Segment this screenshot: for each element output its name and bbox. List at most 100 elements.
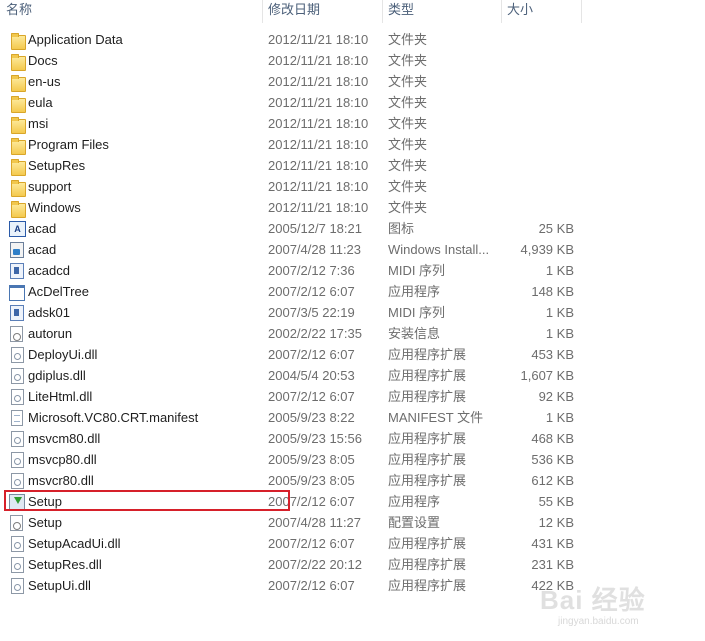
folder-icon — [8, 95, 26, 113]
folder-icon — [8, 200, 26, 218]
file-row[interactable]: Application Data 2012/11/21 18:10 文件夹 — [0, 29, 600, 50]
column-separator[interactable] — [581, 0, 582, 23]
midi-icon — [8, 263, 24, 279]
file-date: 2012/11/21 18:10 — [268, 200, 369, 215]
file-type: 应用程序 — [388, 284, 441, 299]
file-row[interactable]: SetupAcadUi.dll 2007/2/12 6:07 应用程序扩展 431 K… — [0, 533, 600, 554]
file-date: 2012/11/21 18:10 — [268, 179, 369, 194]
file-row[interactable]: Windows 2012/11/21 18:10 文件夹 — [0, 197, 600, 218]
file-row[interactable]: acad 2007/4/28 11:23 Windows Install... 4,9… — [0, 239, 600, 260]
file-name: DeployUi.dll — [28, 347, 98, 362]
file-name: SetupRes — [28, 158, 86, 173]
file-row[interactable]: msvcr80.dll 2005/9/23 8:05 应用程序扩展 612 KB — [0, 470, 600, 491]
file-date: 2012/11/21 18:10 — [268, 137, 369, 152]
file-type: 配置设置 — [388, 515, 441, 530]
file-row[interactable]: LiteHtml.dll 2007/2/12 6:07 应用程序扩展 92 KB — [0, 386, 600, 407]
installer-icon — [8, 242, 24, 258]
file-type: 应用程序扩展 — [388, 452, 467, 467]
file-size: 1,607 KB — [520, 368, 575, 383]
file-size — [500, 50, 574, 71]
config-icon — [8, 515, 24, 531]
file-size — [500, 113, 574, 134]
file-type: 文件夹 — [388, 74, 428, 89]
file-row[interactable]: SetupUi.dll 2007/2/12 6:07 应用程序扩展 422 KB — [0, 575, 600, 596]
file-size — [500, 197, 574, 218]
file-name: Microsoft.VC80.CRT.manifest — [28, 410, 199, 425]
file-size: 431 KB — [531, 536, 574, 551]
file-name: acad — [28, 242, 57, 257]
file-name: Windows — [28, 200, 81, 215]
file-row[interactable]: gdiplus.dll 2004/5/4 20:53 应用程序扩展 1,607 KB — [0, 365, 600, 386]
file-name: eula — [28, 95, 53, 110]
file-name: Docs — [28, 53, 58, 68]
file-row[interactable]: Aacad 2005/12/7 18:21 图标 25 KB — [0, 218, 600, 239]
dll-icon — [8, 389, 24, 405]
folder-icon — [8, 137, 26, 155]
file-date: 2007/2/12 6:07 — [268, 578, 355, 593]
file-size: 453 KB — [531, 347, 574, 362]
file-row[interactable]: acadcd 2007/2/12 7:36 MIDI 序列 1 KB — [0, 260, 600, 281]
folder-icon — [8, 74, 26, 92]
file-date: 2007/2/22 20:12 — [268, 557, 362, 572]
setup-info-icon — [8, 326, 24, 342]
file-date: 2004/5/4 20:53 — [268, 368, 355, 383]
file-type: Windows Install... — [388, 242, 490, 257]
file-size: 612 KB — [531, 473, 574, 488]
dll-icon — [8, 536, 24, 552]
file-type: 文件夹 — [388, 158, 428, 173]
file-type: 应用程序扩展 — [388, 536, 467, 551]
file-name: Setup — [28, 515, 62, 530]
file-size: 422 KB — [531, 578, 574, 593]
file-row[interactable]: msvcp80.dll 2005/9/23 8:05 应用程序扩展 536 KB — [0, 449, 600, 470]
watermark-url: jingyan.baidu.com — [558, 616, 639, 627]
column-header-name[interactable]: 名称 — [0, 0, 262, 23]
file-row[interactable]: AcDelTree 2007/2/12 6:07 应用程序 148 KB — [0, 281, 600, 302]
file-type: 文件夹 — [388, 53, 428, 68]
column-header-size[interactable]: 大小 — [501, 0, 581, 23]
file-row[interactable]: Setup 2007/4/28 11:27 配置设置 12 KB — [0, 512, 600, 533]
file-name: autorun — [28, 326, 73, 341]
file-row[interactable]: autorun 2002/2/22 17:35 安装信息 1 KB — [0, 323, 600, 344]
column-header-type[interactable]: 类型 — [382, 0, 502, 23]
file-size: 12 KB — [538, 515, 574, 530]
file-row[interactable]: msi 2012/11/21 18:10 文件夹 — [0, 113, 600, 134]
file-name: adsk01 — [28, 305, 70, 320]
file-type: 文件夹 — [388, 200, 428, 215]
file-row[interactable]: support 2012/11/21 18:10 文件夹 — [0, 176, 600, 197]
file-row[interactable]: DeployUi.dll 2007/2/12 6:07 应用程序扩展 453 KB — [0, 344, 600, 365]
highlight-box — [4, 490, 290, 511]
file-date: 2007/4/28 11:23 — [268, 242, 362, 257]
file-date: 2005/9/23 8:05 — [268, 473, 355, 488]
dll-icon — [8, 452, 24, 468]
column-header-date[interactable]: 修改日期 — [262, 0, 382, 23]
file-size: 468 KB — [531, 431, 574, 446]
file-row[interactable]: adsk01 2007/3/5 22:19 MIDI 序列 1 KB — [0, 302, 600, 323]
file-type: 文件夹 — [388, 116, 428, 131]
file-row[interactable]: Program Files 2012/11/21 18:10 文件夹 — [0, 134, 600, 155]
folder-icon — [8, 179, 26, 197]
file-row[interactable]: SetupRes 2012/11/21 18:10 文件夹 — [0, 155, 600, 176]
file-row[interactable]: en-us 2012/11/21 18:10 文件夹 — [0, 71, 600, 92]
file-date: 2007/2/12 6:07 — [268, 389, 355, 404]
file-row[interactable]: Docs 2012/11/21 18:10 文件夹 — [0, 50, 600, 71]
file-size — [500, 134, 574, 155]
file-name: acadcd — [28, 263, 70, 278]
folder-icon — [8, 158, 26, 176]
file-size: 1 KB — [545, 326, 574, 341]
file-date: 2002/2/22 17:35 — [268, 326, 362, 341]
file-row[interactable]: Microsoft.VC80.CRT.manifest 2005/9/23 8:2… — [0, 407, 600, 428]
file-row[interactable]: eula 2012/11/21 18:10 文件夹 — [0, 92, 600, 113]
acad-icon: A — [8, 221, 26, 237]
file-type: 文件夹 — [388, 137, 428, 152]
dll-icon — [8, 347, 24, 363]
file-type: 图标 — [388, 221, 415, 236]
file-date: 2012/11/21 18:10 — [268, 95, 369, 110]
file-name: Program Files — [28, 137, 109, 152]
file-row[interactable]: msvcm80.dll 2005/9/23 15:56 应用程序扩展 468 KB — [0, 428, 600, 449]
file-size: 1 KB — [545, 305, 574, 320]
file-type: MANIFEST 文件 — [388, 410, 484, 425]
file-date: 2012/11/21 18:10 — [268, 116, 369, 131]
file-date: 2007/2/12 6:07 — [268, 284, 355, 299]
file-row[interactable]: SetupRes.dll 2007/2/22 20:12 应用程序扩展 231 KB — [0, 554, 600, 575]
file-date: 2007/4/28 11:27 — [268, 515, 362, 530]
